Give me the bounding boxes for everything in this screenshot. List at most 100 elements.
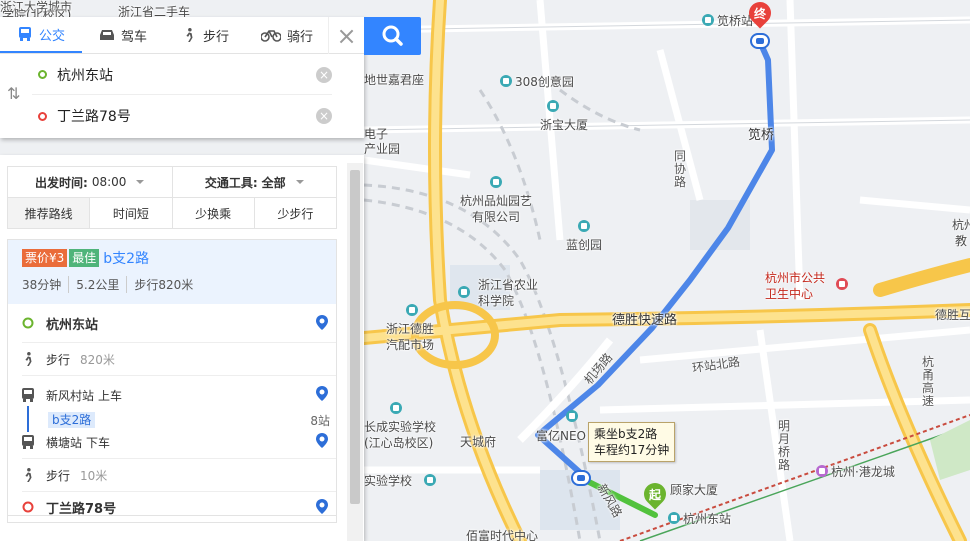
road-label-mingyue: 明月桥路 (778, 419, 791, 472)
map-label-jiaqiao-station[interactable]: 笕桥站 (702, 12, 753, 29)
step-alight[interactable]: 横塘站 下车 (8, 430, 336, 454)
map-label-longcheng[interactable]: 杭州·港龙城 (816, 463, 895, 480)
end-circle-icon (22, 501, 34, 513)
tab-bus-label: 公交 (38, 28, 65, 44)
step-walk-2-distance: 10米 (80, 468, 108, 483)
step-walk-1[interactable]: 步行 820米 (8, 343, 336, 375)
swap-icon[interactable]: ⇅ (7, 84, 20, 103)
search-button[interactable] (364, 17, 421, 55)
route-tooltip-time: 车程约17分钟 (594, 443, 670, 457)
car-icon (99, 30, 114, 40)
map-label-pinxian-1[interactable]: 杭州品灿园艺 (460, 192, 532, 209)
walk-icon (25, 468, 32, 482)
end-marker-text: 终 (753, 7, 766, 21)
step-end-name: 丁兰路78号 (46, 501, 117, 517)
map-label-hz-health-1[interactable]: 杭州市公共 (765, 269, 825, 286)
plan-distance: 5.2公里 (68, 276, 119, 293)
step-board-stop: 新风村站 (46, 388, 95, 403)
bus-icon (22, 388, 34, 402)
start-marker[interactable]: 起 (639, 478, 671, 513)
map-label-fuyi[interactable]: 富亿NEO (536, 427, 586, 444)
map-label-baifu[interactable]: 佰富时代中心 (466, 527, 538, 541)
from-row: 杭州东站 × (32, 55, 332, 95)
plan-header[interactable]: 票价¥3 最佳 b支2路 38分钟 5.2公里 步行820米 (8, 240, 336, 304)
map-label-agri-1[interactable]: 浙江省农业 (478, 276, 538, 293)
to-row: 丁兰路78号 × (32, 96, 332, 136)
sort-recommended[interactable]: 推荐路线 (8, 198, 90, 228)
sort-fewer-transfers[interactable]: 少换乘 (171, 198, 254, 228)
route-plan-card[interactable]: 票价¥3 最佳 b支2路 38分钟 5.2公里 步行820米 杭州东站 步行 8… (7, 239, 337, 523)
step-stop-count: 8站 (310, 413, 330, 428)
end-bus-stop-icon[interactable] (750, 33, 770, 49)
sort-tabs: 推荐路线 时间短 少换乘 少步行 (7, 198, 337, 229)
bike-icon (260, 30, 281, 42)
map-label-308[interactable]: 308创意园 (500, 73, 574, 90)
building-icon (490, 176, 502, 188)
building-icon (547, 100, 559, 112)
route-steps: 杭州东站 步行 820米 新风村站 上车 b支2路 8站 横塘站 下车 步行 1… (8, 304, 336, 522)
map-label-jiaqiao-station-text: 笕桥站 (717, 14, 754, 28)
tab-bike[interactable]: 骑行 (246, 17, 328, 53)
step-alight-stop: 横塘站 (46, 435, 83, 450)
school-icon (424, 474, 436, 486)
step-line-tag[interactable]: b支2路 (48, 412, 96, 428)
map-label-desheng-auto-2: 汽配市场 (386, 338, 435, 352)
map-label-pinxian-2: 有限公司 (472, 210, 521, 224)
map-label-shijie[interactable]: 地世嘉君座 (364, 71, 424, 88)
map-label-zhebao-text: 浙宝大厦 (540, 118, 589, 132)
map-label-desheng-auto-1[interactable]: 浙江德胜 (386, 320, 434, 337)
clear-from-icon[interactable]: × (316, 66, 332, 83)
step-line[interactable]: b支2路 8站 (8, 406, 336, 432)
building-icon (578, 220, 590, 232)
line-connector (27, 406, 29, 432)
step-start[interactable]: 杭州东站 (8, 304, 336, 342)
transport-mode-tabs: 公交 驾车 步行 骑行 × (0, 17, 364, 54)
step-end[interactable]: 丁兰路78号 (8, 492, 336, 522)
clear-to-icon[interactable]: × (316, 108, 332, 124)
close-icon[interactable]: × (328, 17, 364, 54)
to-input[interactable]: 丁兰路78号 (57, 106, 316, 126)
start-bus-stop-icon[interactable] (571, 470, 591, 486)
map-label-edge-hz: 杭州 (952, 218, 970, 232)
plan-line-name: b支2路 (103, 251, 150, 267)
tab-walk[interactable]: 步行 (164, 17, 246, 53)
location-pin-icon[interactable] (316, 386, 328, 401)
step-walk-2[interactable]: 步行 10米 (8, 459, 336, 491)
location-pin-icon[interactable] (316, 315, 328, 330)
bus-icon (18, 27, 31, 41)
location-pin-icon[interactable] (316, 433, 328, 448)
step-start-name: 杭州东站 (46, 317, 99, 333)
map-label-school-3[interactable]: 实验学校 (364, 472, 412, 489)
location-pin-icon[interactable] (316, 499, 328, 514)
map-label-school-2: (江心岛校区) (364, 436, 434, 450)
map-label-gujia[interactable]: 顾家大厦 (670, 481, 718, 498)
route-tooltip-line: 乘坐b支2路 (594, 427, 658, 441)
map-label-tiancheng[interactable]: 天城府 (460, 433, 496, 450)
map-label-hz-east[interactable]: 杭州东站 (668, 510, 731, 527)
step-board[interactable]: 新风村站 上车 (8, 380, 336, 410)
chevron-down-icon (295, 180, 304, 184)
tab-bus[interactable]: 公交 (0, 17, 82, 53)
map-label-lanchuang[interactable]: 蓝创园 (566, 236, 602, 253)
building-icon (458, 286, 470, 298)
from-input[interactable]: 杭州东站 (57, 65, 316, 85)
map-label-zhebao[interactable]: 浙宝大厦 (540, 100, 589, 133)
sort-less-walking[interactable]: 少步行 (253, 198, 336, 228)
end-marker[interactable]: 终 (744, 0, 776, 32)
road-label-hangnan: 杭甬高速 (922, 355, 935, 408)
train-station-icon (668, 512, 680, 524)
map-label-school-1[interactable]: 长成实验学校 (364, 418, 436, 435)
hospital-icon (836, 278, 848, 290)
walk-icon (25, 352, 32, 366)
tab-car[interactable]: 驾车 (82, 17, 164, 53)
depart-time-select[interactable]: 出发时间: 08:00 (8, 167, 172, 197)
sort-shortest-time[interactable]: 时间短 (89, 198, 171, 228)
map-label-hz-health-2: 卫生中心 (765, 287, 814, 301)
tab-bike-label: 骑行 (286, 29, 313, 45)
route-search-panel: 公交 驾车 步行 骑行 × ⇅ 杭州东站 × 丁兰路78号 × (0, 17, 364, 138)
shopping-icon (816, 465, 828, 477)
map-label-longcheng-text: 杭州·港龙城 (831, 465, 895, 479)
results-scrollbar-thumb[interactable] (350, 170, 360, 504)
vehicle-select[interactable]: 交通工具: 全部 (171, 167, 337, 197)
map-label-hz-east-text: 杭州东站 (683, 512, 732, 526)
